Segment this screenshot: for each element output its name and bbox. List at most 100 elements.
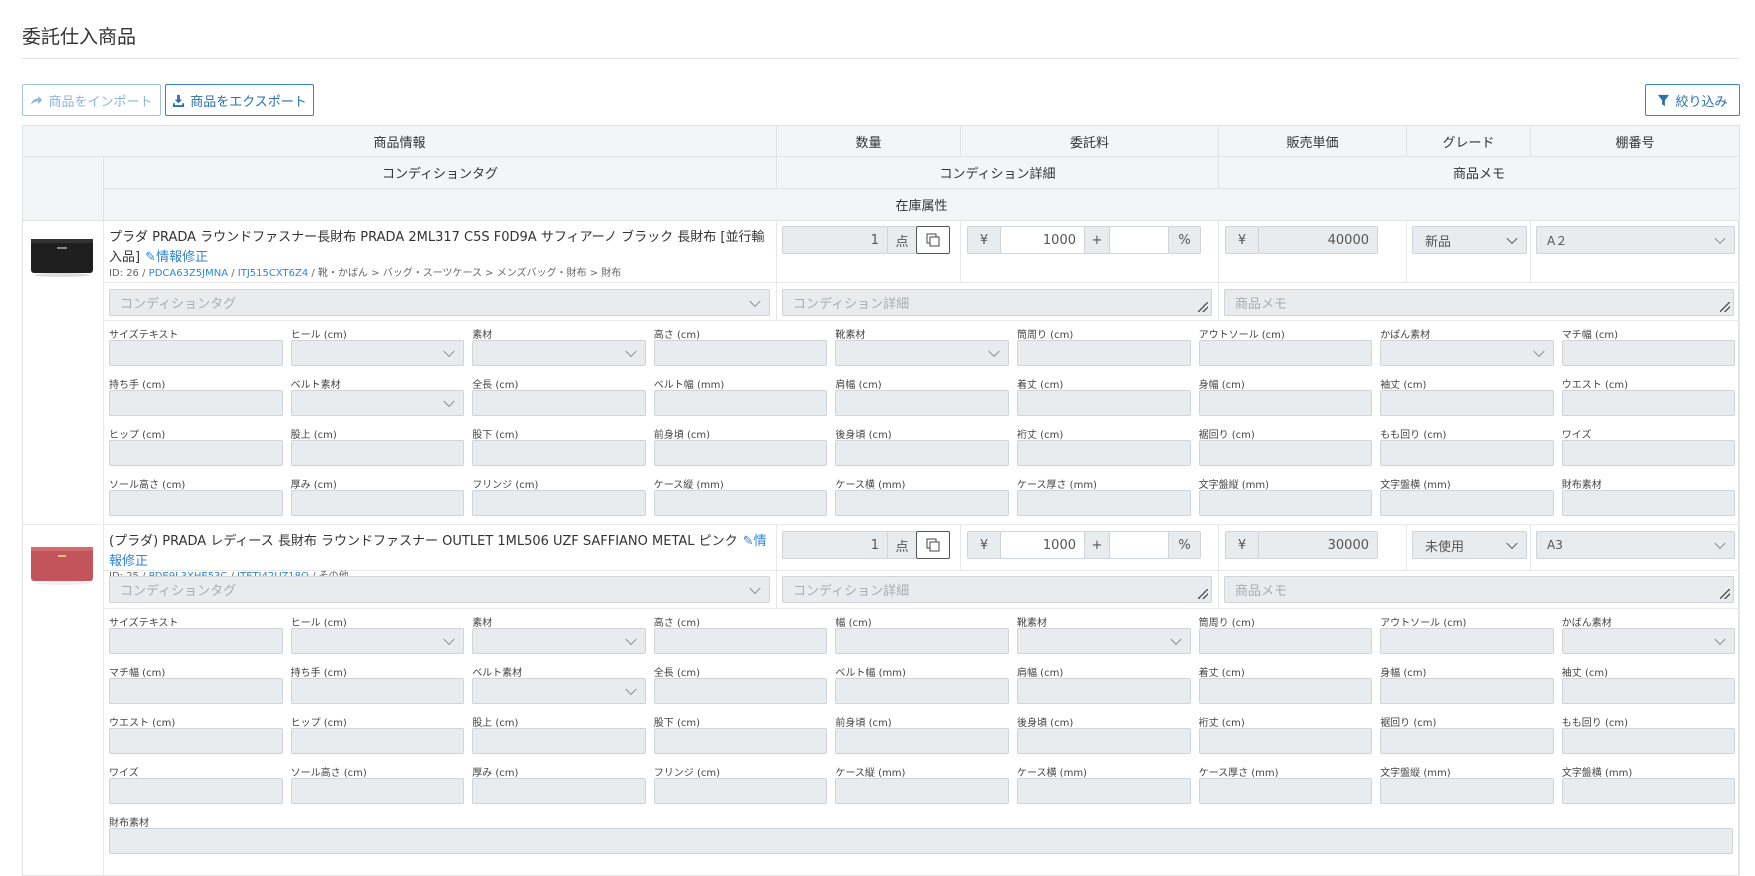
attr-input[interactable] [1198, 778, 1373, 804]
attr-input[interactable] [1017, 390, 1191, 416]
attr-input[interactable] [109, 728, 283, 754]
attr-input[interactable] [290, 678, 465, 704]
attr-input[interactable] [1017, 778, 1191, 804]
grade-select[interactable]: 新品 [1412, 226, 1527, 254]
grade-select[interactable]: 未使用 [1412, 531, 1527, 559]
condition-tag-select[interactable]: コンディションタグ [109, 289, 770, 316]
condition-detail-textarea[interactable]: コンディション詳細 [782, 289, 1212, 316]
filter-button[interactable]: 絞り込み [1645, 84, 1740, 116]
attr-input[interactable] [1561, 678, 1736, 704]
attr-input[interactable] [1380, 340, 1554, 366]
attr-input[interactable] [653, 728, 828, 754]
attr-input[interactable] [653, 340, 828, 366]
commission-amount-input[interactable]: 1000 [1000, 531, 1085, 559]
attr-input[interactable] [472, 490, 646, 516]
attr-input[interactable] [1017, 340, 1191, 366]
attr-input[interactable] [109, 678, 283, 704]
attr-input[interactable] [1198, 628, 1373, 654]
attr-input[interactable] [653, 628, 828, 654]
attr-input[interactable] [1380, 390, 1554, 416]
attr-input[interactable] [1380, 778, 1554, 804]
attr-input[interactable] [472, 678, 646, 704]
attr-input[interactable] [290, 440, 465, 466]
attr-input[interactable] [1561, 390, 1736, 416]
attr-input[interactable] [109, 340, 283, 366]
attr-input[interactable] [1561, 728, 1736, 754]
attr-input[interactable] [1561, 778, 1736, 804]
commission-amount-input[interactable]: 1000 [1000, 226, 1085, 254]
quantity-input[interactable]: 1 [782, 531, 888, 559]
shelf-select[interactable]: A3 [1536, 531, 1735, 559]
shelf-select[interactable]: A２ [1536, 226, 1735, 254]
attr-input[interactable] [1198, 490, 1373, 516]
attr-input[interactable] [109, 390, 283, 416]
attr-input[interactable] [109, 828, 1733, 854]
attr-input[interactable] [653, 678, 828, 704]
attr-input[interactable] [472, 440, 646, 466]
attr-input[interactable] [472, 390, 646, 416]
sale-price-input[interactable]: 40000 [1258, 226, 1378, 254]
attr-input[interactable] [1561, 440, 1736, 466]
attr-input[interactable] [1017, 440, 1191, 466]
attr-input[interactable] [1561, 628, 1736, 654]
resize-grip-icon[interactable] [1198, 589, 1208, 599]
attr-input[interactable] [1198, 340, 1373, 366]
attr-input[interactable] [835, 490, 1009, 516]
attr-input[interactable] [653, 778, 828, 804]
resize-grip-icon[interactable] [1720, 302, 1730, 312]
import-button[interactable]: 商品をインポート [22, 84, 161, 116]
attr-input[interactable] [653, 490, 828, 516]
item-code-link[interactable]: ITJ515CXT6Z4 [238, 268, 308, 279]
resize-grip-icon[interactable] [1198, 302, 1208, 312]
attr-input[interactable] [109, 440, 283, 466]
attr-input[interactable] [1198, 390, 1373, 416]
resize-grip-icon[interactable] [1720, 589, 1730, 599]
commission-percent-input[interactable] [1109, 531, 1169, 559]
product-image[interactable] [29, 529, 95, 595]
attr-input[interactable] [472, 628, 646, 654]
attr-input[interactable] [835, 678, 1009, 704]
attr-input[interactable] [835, 628, 1009, 654]
attr-input[interactable] [1380, 490, 1554, 516]
sale-price-input[interactable]: 30000 [1258, 531, 1378, 559]
attr-input[interactable] [1380, 728, 1554, 754]
attr-input[interactable] [835, 390, 1009, 416]
attr-input[interactable] [1380, 440, 1554, 466]
product-code-link[interactable]: PDCA63Z5JMNA [149, 268, 228, 279]
attr-input[interactable] [1017, 728, 1191, 754]
attr-input[interactable] [835, 728, 1009, 754]
export-button[interactable]: 商品をエクスポート [165, 84, 314, 116]
attr-input[interactable] [109, 490, 283, 516]
copy-button[interactable] [916, 226, 950, 254]
attr-input[interactable] [835, 778, 1009, 804]
attr-input[interactable] [290, 628, 465, 654]
attr-input[interactable] [472, 728, 646, 754]
attr-input[interactable] [653, 440, 828, 466]
attr-input[interactable] [653, 390, 828, 416]
attr-input[interactable] [1017, 490, 1191, 516]
attr-input[interactable] [1198, 728, 1373, 754]
attr-input[interactable] [1561, 490, 1736, 516]
edit-product-link[interactable]: ✎情報修正 [145, 250, 208, 265]
attr-input[interactable] [1017, 628, 1191, 654]
attr-input[interactable] [1198, 440, 1373, 466]
attr-input[interactable] [290, 340, 465, 366]
condition-tag-select[interactable]: コンディションタグ [109, 576, 770, 603]
memo-textarea[interactable]: 商品メモ [1224, 576, 1734, 603]
attr-input[interactable] [1380, 678, 1554, 704]
attr-input[interactable] [1017, 678, 1191, 704]
attr-input[interactable] [835, 340, 1009, 366]
copy-button[interactable] [916, 531, 950, 559]
attr-input[interactable] [109, 628, 283, 654]
attr-input[interactable] [472, 340, 646, 366]
attr-input[interactable] [835, 440, 1009, 466]
memo-textarea[interactable]: 商品メモ [1224, 289, 1734, 316]
attr-input[interactable] [290, 728, 465, 754]
attr-input[interactable] [290, 778, 465, 804]
attr-input[interactable] [290, 490, 465, 516]
product-image[interactable] [29, 225, 95, 291]
attr-input[interactable] [1561, 340, 1736, 366]
quantity-input[interactable]: 1 [782, 226, 888, 254]
attr-input[interactable] [109, 778, 283, 804]
attr-input[interactable] [1198, 678, 1373, 704]
